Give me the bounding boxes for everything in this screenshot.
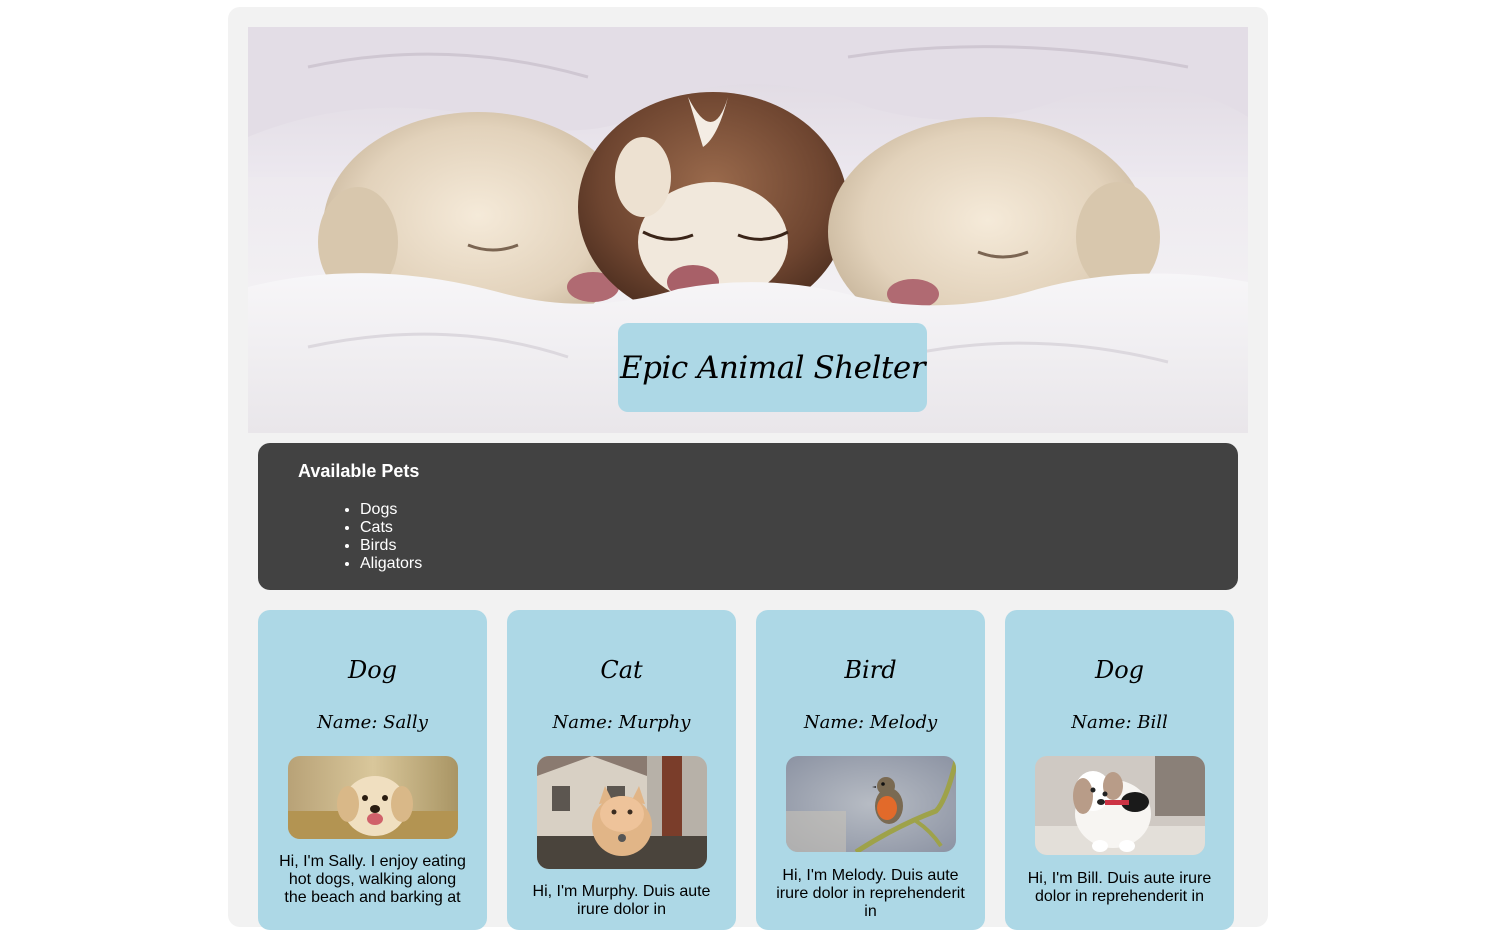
pet-species: Dog [347,656,398,684]
pet-category-dogs[interactable]: Dogs [360,501,422,519]
pet-card-bill[interactable]: Dog Name: Bill Hi, I'm Bill. Duis aute i… [1005,610,1234,930]
pet-bio: Hi, I'm Bill. Duis aute irure dolor in r… [1027,870,1212,905]
pet-species: Cat [600,656,643,684]
site-title: Epic Animal Shelter [619,349,926,386]
pet-species: Bird [844,656,897,684]
available-pets-panel: Available Pets Dogs Cats Birds Aligators [258,443,1238,590]
pet-card-murphy[interactable]: Cat Name: Murphy Hi, I'm Murphy. Duis au… [507,610,736,930]
pet-category-list: Dogs Cats Birds Aligators [320,501,422,573]
pet-name: Name: Melody [803,712,938,733]
pet-species: Dog [1094,656,1145,684]
pet-card-sally[interactable]: Dog Name: Sally Hi, I'm Sally. I enjoy e… [258,610,487,930]
hero-banner: Epic Animal Shelter [248,27,1248,433]
orange-cat-photo [537,756,707,869]
page-container: Epic Animal Shelter Available Pets Dogs … [228,7,1268,930]
pet-bio: Hi, I'm Murphy. Duis aute irure dolor in [532,883,711,918]
robin-bird-photo [786,756,956,852]
site-title-box: Epic Animal Shelter [618,323,927,412]
pet-bio: Hi, I'm Sally. I enjoy eating hot dogs, … [279,853,466,906]
white-puppy-photo [1035,756,1205,855]
pet-name: Name: Murphy [552,712,691,733]
golden-retriever-puppy-photo [288,756,458,839]
pet-category-cats[interactable]: Cats [360,519,422,537]
pet-category-aligators[interactable]: Aligators [360,555,422,573]
pet-card-melody[interactable]: Bird Name: Melody Hi, I'm Melody. Duis a… [756,610,985,930]
pet-bio: Hi, I'm Melody. Duis aute irure dolor in… [776,867,965,920]
available-pets-heading: Available Pets [298,461,420,481]
pet-name: Name: Sally [317,712,428,733]
pet-category-birds[interactable]: Birds [360,537,422,555]
pet-name: Name: Bill [1071,712,1168,733]
